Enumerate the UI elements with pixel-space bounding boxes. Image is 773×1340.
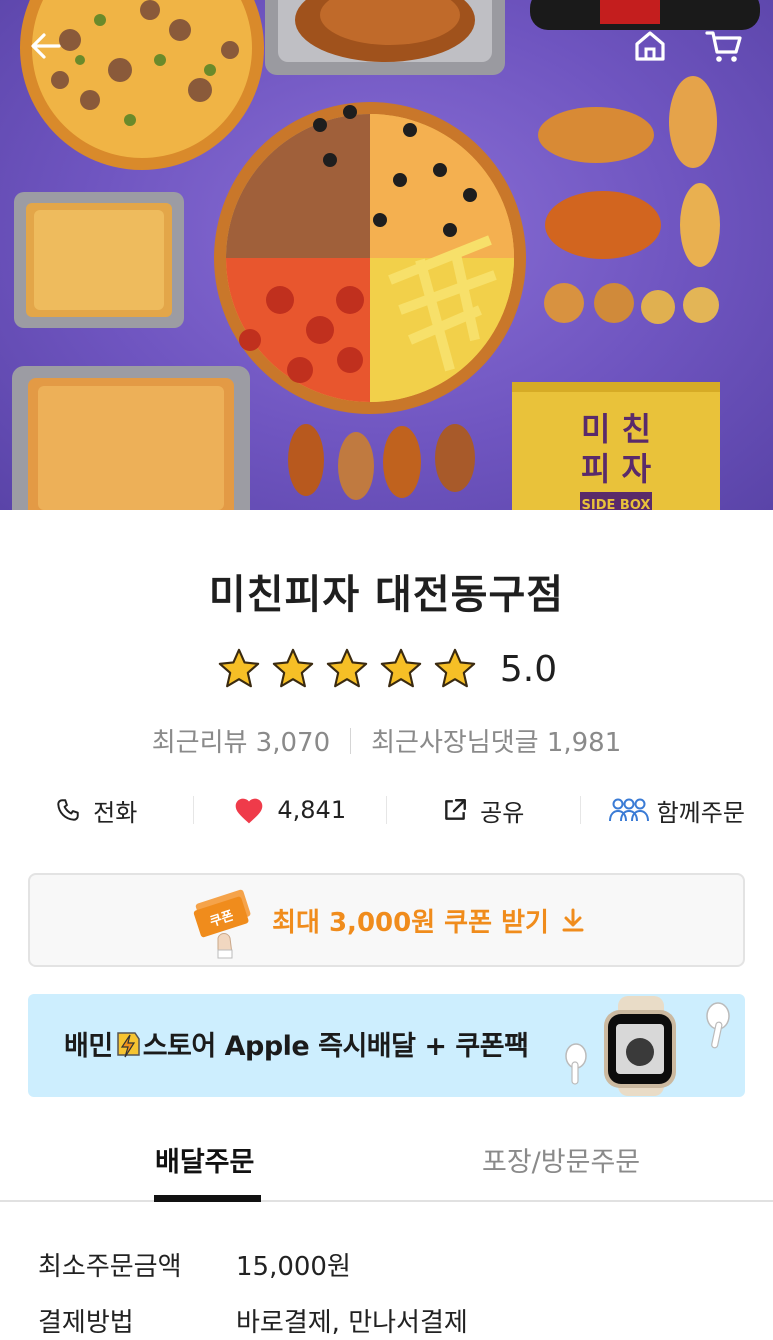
promo-banner[interactable]: 배민 스토어 Apple 즉시배달 + 쿠폰팩 xyxy=(28,994,745,1097)
side-box-label-1: 미 친 xyxy=(581,410,651,448)
banner-text: 배민 스토어 Apple 즉시배달 + 쿠폰팩 xyxy=(64,1024,529,1063)
coupon-ticket-icon: 쿠폰 xyxy=(193,889,251,959)
food-illustration: 미 친 피 자 SIDE BOX xyxy=(12,0,760,510)
coupon-label: 최대 3,000원 쿠폰 받기 xyxy=(272,907,549,938)
info-row-min-order: 최소주문금액 15,000원 xyxy=(38,1236,738,1292)
cart-icon xyxy=(705,31,742,62)
banner-text-post: 스토어 Apple 즉시배달 + 쿠폰팩 xyxy=(142,1031,529,1062)
share-label: 공유 xyxy=(480,798,525,827)
star-icon xyxy=(326,648,368,688)
order-info: 최소주문금액 15,000원 결제방법 바로결제, 만나서결제 xyxy=(38,1236,738,1340)
order-type-tabs: 배달주문 포장/방문주문 xyxy=(0,1120,773,1202)
recent-reviews-link[interactable]: 최근리뷰 3,070 xyxy=(152,722,330,759)
info-label: 결제방법 xyxy=(38,1307,134,1338)
star-icon xyxy=(272,648,314,688)
info-label: 최소주문금액 xyxy=(38,1251,182,1282)
home-button[interactable] xyxy=(628,24,672,68)
rating-value: 5.0 xyxy=(499,648,558,690)
arrow-left-icon xyxy=(31,33,61,59)
rating-row: 5.0 xyxy=(0,646,773,692)
review-stats: 최근리뷰 3,070 최근사장님댓글 1,981 xyxy=(0,722,773,759)
heart-icon xyxy=(236,798,263,824)
banner-text-pre: 배민 xyxy=(64,1031,113,1062)
group-order-button[interactable]: 함께주문 xyxy=(581,793,773,828)
like-count: 4,841 xyxy=(277,796,347,824)
tab-delivery-order[interactable]: 배달주문 xyxy=(155,1140,254,1179)
info-value: 바로결제, 만나서결제 xyxy=(236,1307,468,1338)
call-label: 전화 xyxy=(93,798,138,827)
star-icon xyxy=(380,648,422,688)
active-tab-indicator xyxy=(154,1195,261,1202)
divider xyxy=(350,727,352,754)
call-button[interactable]: 전화 xyxy=(0,793,193,828)
tab-pickup-order[interactable]: 포장/방문주문 xyxy=(482,1140,640,1179)
back-button[interactable] xyxy=(24,24,68,68)
download-arrow-icon xyxy=(562,908,584,932)
owner-replies-link[interactable]: 최근사장님댓글 1,981 xyxy=(371,722,621,759)
phone-icon xyxy=(57,799,79,821)
group-order-label: 함께주문 xyxy=(656,798,745,827)
star-icon xyxy=(434,648,476,688)
star-icon xyxy=(218,648,260,688)
info-row-payment: 결제방법 바로결제, 만나서결제 xyxy=(38,1292,738,1340)
side-box-tag: SIDE BOX xyxy=(582,498,651,510)
rating-stars xyxy=(216,646,478,692)
store-hero-image: 미 친 피 자 SIDE BOX xyxy=(0,0,773,510)
group-order-icon xyxy=(608,798,649,822)
info-value: 15,000원 xyxy=(236,1251,351,1282)
cart-button[interactable] xyxy=(702,24,746,68)
coupon-download-button[interactable]: 쿠폰 최대 3,000원 쿠폰 받기 xyxy=(28,873,745,967)
like-button[interactable]: 4,841 xyxy=(194,795,387,825)
action-bar: 전화 4,841 공유 함께주문 xyxy=(0,786,773,834)
lightning-bolt-icon xyxy=(116,1032,140,1058)
apple-products-image xyxy=(565,996,730,1096)
store-name: 미친피자 대전동구점 xyxy=(208,572,565,618)
share-button[interactable]: 공유 xyxy=(387,793,580,828)
home-icon xyxy=(635,31,665,61)
side-box-label-2: 피 자 xyxy=(581,450,652,488)
share-icon xyxy=(445,799,467,820)
